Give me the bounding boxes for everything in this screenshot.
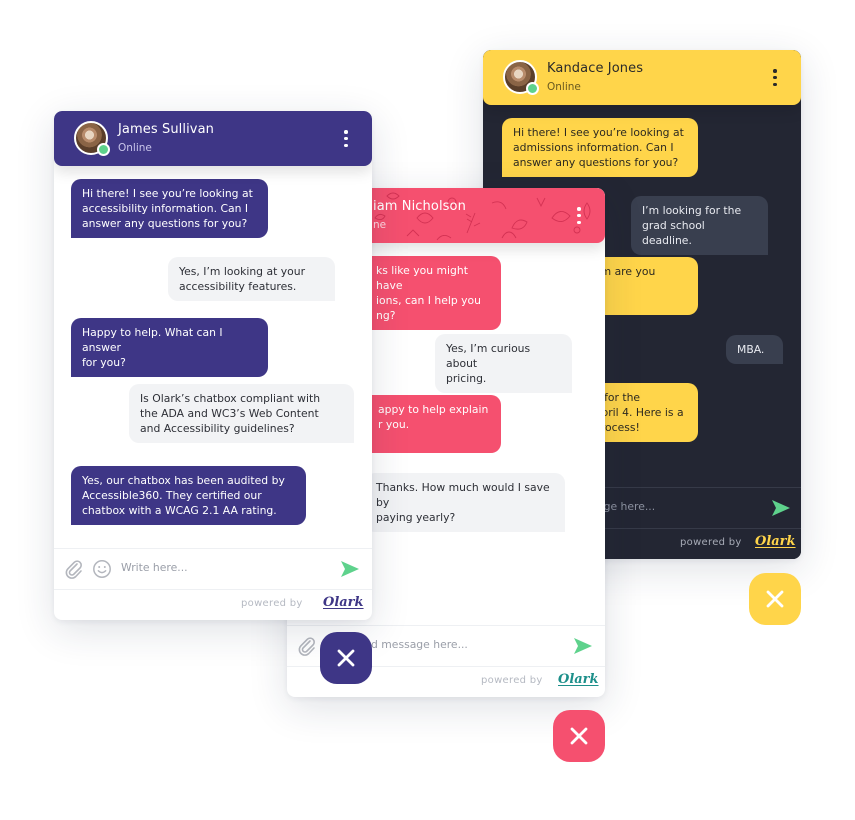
chat-widget-sullivan: James Sullivan Online Hi there! I see yo… — [54, 111, 372, 620]
agent-status-text: ne — [373, 219, 387, 231]
powered-by-label: powered by — [241, 598, 303, 609]
agent-avatar — [503, 60, 539, 95]
visitor-message: Is Olark’s chatbox compliant with the AD… — [129, 384, 354, 443]
close-chat-button[interactable] — [749, 573, 801, 625]
more-options-icon[interactable] — [577, 207, 581, 224]
powered-by-label: powered by — [481, 675, 543, 686]
agent-name: Kandace Jones — [547, 61, 644, 76]
visitor-message: I’m looking for the grad school deadline… — [631, 196, 768, 255]
chat-header: Kandace Jones Online — [483, 50, 801, 105]
visitor-message: MBA. — [726, 335, 783, 364]
attachment-icon[interactable] — [64, 559, 84, 583]
message-input-placeholder[interactable]: Write here... — [121, 561, 188, 574]
agent-message: Yes, our chatbox has been audited by Acc… — [71, 466, 306, 525]
olark-logo[interactable]: Olark — [558, 672, 599, 687]
powered-by-label: powered by — [680, 537, 742, 548]
send-icon[interactable] — [340, 560, 360, 582]
send-icon[interactable] — [573, 637, 593, 659]
visitor-message: Yes, I’m curious about pricing. — [435, 334, 572, 393]
agent-name-text: iam Nicholson — [373, 199, 466, 214]
close-chat-button[interactable] — [553, 710, 605, 762]
agent-avatar — [74, 121, 110, 156]
visitor-message: Yes, I’m looking at your accessibility f… — [168, 257, 335, 301]
more-options-icon[interactable] — [344, 130, 348, 147]
agent-name: James Sullivan — [118, 122, 214, 137]
more-options-icon[interactable] — [773, 69, 777, 86]
online-status-dot — [97, 143, 110, 156]
agent-message: Hi there! I see you’re looking at admiss… — [502, 118, 698, 177]
attachment-icon[interactable] — [297, 636, 317, 660]
agent-message: Hi there! I see you’re looking at access… — [71, 179, 268, 238]
olark-logo[interactable]: Olark — [755, 534, 796, 549]
agent-message: Happy to help. What can I answer for you… — [71, 318, 268, 377]
message-input-placeholder[interactable]: age here... — [597, 500, 655, 513]
chat-footer: powered by Olark — [54, 589, 372, 620]
agent-status: Online — [118, 142, 152, 154]
close-icon — [766, 590, 784, 608]
emoji-icon[interactable] — [92, 559, 112, 583]
online-status-dot — [526, 82, 539, 95]
chat-header: James Sullivan Online — [54, 111, 372, 166]
agent-status: Online — [547, 81, 581, 93]
close-icon — [337, 649, 355, 667]
message-composer[interactable]: Write here... — [54, 548, 372, 588]
olark-logo[interactable]: Olark — [323, 595, 364, 610]
close-chat-button[interactable] — [320, 632, 372, 684]
visitor-message: Thanks. How much would I save by paying … — [365, 473, 565, 532]
message-input-placeholder[interactable]: d message here... — [371, 638, 468, 651]
send-icon[interactable] — [771, 499, 791, 521]
close-icon — [570, 727, 588, 745]
